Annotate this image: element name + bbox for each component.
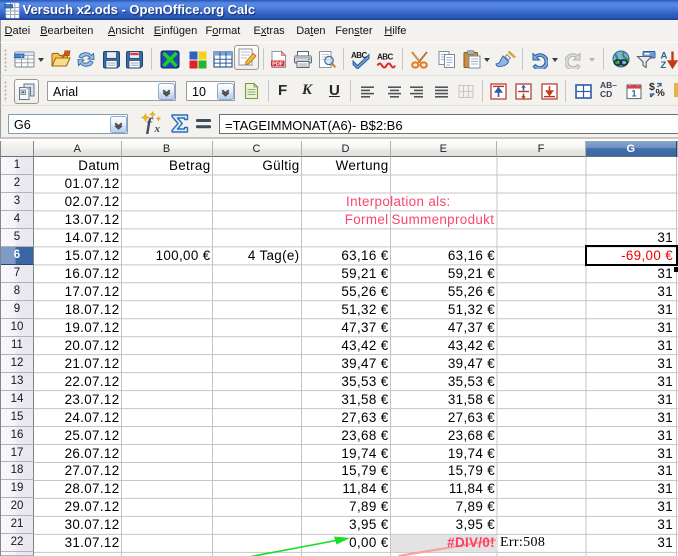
svg-text:ABC: ABC (377, 53, 394, 62)
svg-text:1: 1 (631, 89, 636, 99)
svg-text:$: $ (649, 81, 655, 93)
svg-text:PDF: PDF (272, 62, 284, 68)
svg-text:Z: Z (661, 60, 667, 69)
svg-text:x: x (154, 123, 161, 135)
svg-text:%: % (656, 87, 666, 99)
